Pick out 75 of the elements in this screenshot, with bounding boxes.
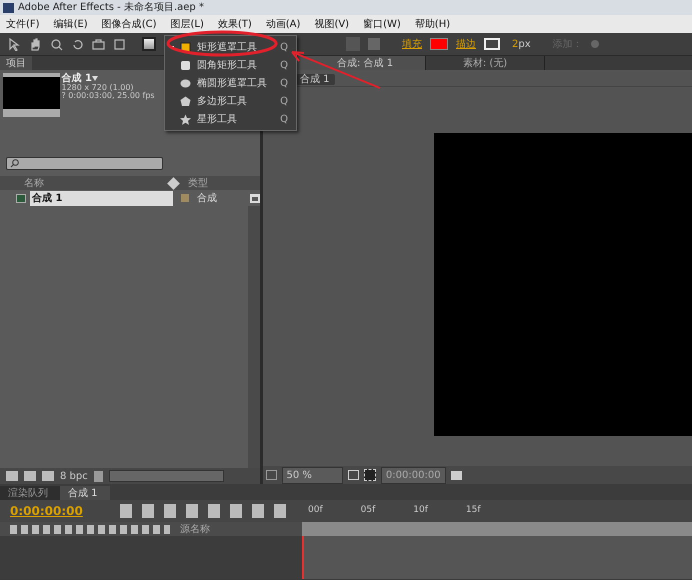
ruler-label: 10f bbox=[413, 504, 428, 518]
scrollbar[interactable] bbox=[248, 206, 260, 468]
fill-label[interactable]: 填充 bbox=[402, 36, 422, 52]
menu-item[interactable]: 文件(F) bbox=[6, 16, 40, 32]
timecode[interactable]: 0:00:00:00 bbox=[10, 502, 110, 520]
shortcut-label: Q bbox=[280, 94, 288, 108]
ruler-label: 15f bbox=[466, 504, 480, 518]
ruler-label: 00f bbox=[308, 504, 323, 518]
comp-duration: ? 0:00:03:00, 25.00 fps bbox=[62, 92, 155, 102]
stroke-label[interactable]: 描边 bbox=[456, 36, 476, 52]
region-icon[interactable] bbox=[266, 470, 276, 480]
menu-item[interactable]: 多边形工具 Q bbox=[165, 92, 296, 110]
list-item[interactable]: 合成 1 bbox=[30, 190, 173, 206]
menu-label: 圆角矩形工具 bbox=[197, 58, 257, 72]
hand-icon[interactable] bbox=[29, 38, 42, 50]
app-icon bbox=[3, 2, 14, 12]
grid-icon[interactable] bbox=[348, 470, 359, 480]
table-cell-text: 合成 bbox=[196, 192, 218, 206]
label-swatch bbox=[180, 194, 189, 202]
menu-item[interactable]: 帮助(H) bbox=[414, 16, 450, 32]
menu-label: 椭圆形遮罩工具 bbox=[197, 76, 267, 90]
ruler-label: 05f bbox=[360, 504, 376, 518]
column-header: 名称 bbox=[24, 176, 45, 190]
square-icon bbox=[180, 60, 191, 70]
column-header: 源名称 bbox=[180, 522, 210, 536]
tab[interactable]: 渲染队列 bbox=[0, 486, 60, 500]
menu-item[interactable]: 动画(A) bbox=[266, 16, 300, 32]
stroke-width[interactable]: 2px bbox=[512, 36, 531, 52]
menu-item[interactable]: 窗口(W) bbox=[363, 16, 401, 32]
project-tab[interactable]: 项目 bbox=[0, 56, 32, 70]
menu-label: 星形工具 bbox=[197, 112, 237, 126]
shortcut-label: Q bbox=[280, 76, 288, 90]
bit-depth[interactable]: 8 bpc bbox=[60, 468, 88, 484]
menu-item[interactable]: 编辑(E) bbox=[54, 16, 88, 32]
shortcut-label: Q bbox=[280, 40, 288, 54]
menu-item[interactable]: 矩形遮罩工具 Q bbox=[165, 38, 296, 56]
mask-toggle-icon[interactable] bbox=[364, 469, 376, 481]
window-title: Adobe After Effects - 未命名项目.aep * bbox=[18, 0, 204, 15]
scrollbar[interactable] bbox=[108, 470, 224, 482]
polygon-icon bbox=[180, 96, 191, 106]
tab[interactable]: 合成: 合成 1 bbox=[295, 56, 425, 70]
search-icon[interactable] bbox=[50, 38, 63, 50]
comp-name: 合成 1 bbox=[62, 72, 92, 84]
ellipse-icon bbox=[180, 78, 191, 88]
zoom-dropdown[interactable]: 50 % bbox=[282, 466, 343, 484]
rotate-icon[interactable] bbox=[71, 38, 84, 50]
bullet-icon bbox=[171, 46, 174, 48]
search-icon bbox=[10, 159, 18, 168]
menu-item[interactable]: 星形工具 Q bbox=[165, 110, 296, 128]
menu-item[interactable]: 图像合成(C) bbox=[102, 16, 156, 32]
shortcut-label: Q bbox=[280, 58, 288, 72]
column-header: 类型 bbox=[188, 176, 208, 190]
shortcut-label: Q bbox=[280, 112, 288, 126]
stroke-color-swatch[interactable] bbox=[484, 38, 500, 50]
search-field[interactable] bbox=[6, 157, 163, 170]
comp-size: 1280 x 720 (1.00) bbox=[62, 84, 135, 92]
square-icon bbox=[180, 42, 191, 52]
tag-icon[interactable] bbox=[167, 176, 180, 190]
menu-item[interactable]: 椭圆形遮罩工具 Q bbox=[165, 74, 296, 92]
add-icon bbox=[590, 40, 599, 48]
arrow-icon[interactable] bbox=[8, 38, 21, 50]
caret-icon[interactable] bbox=[92, 76, 98, 80]
comp-thumbnail bbox=[2, 72, 60, 116]
menu-item[interactable]: 图层(L) bbox=[170, 16, 204, 32]
menu-item[interactable]: 效果(T) bbox=[218, 16, 252, 32]
rectangle-tool-icon[interactable] bbox=[142, 37, 156, 51]
menu-item[interactable]: 圆角矩形工具 Q bbox=[165, 56, 296, 74]
breadcrumb[interactable]: 合成 1 bbox=[295, 74, 335, 85]
tab[interactable]: 素材: (无) bbox=[425, 56, 545, 70]
flowchart-icon[interactable] bbox=[250, 194, 260, 202]
menu-label: 矩形遮罩工具 bbox=[197, 40, 257, 54]
menu-label: 多边形工具 bbox=[197, 94, 247, 108]
menu-item[interactable]: 视图(V) bbox=[314, 16, 350, 32]
tab[interactable]: 合成 1 bbox=[60, 486, 110, 500]
fill-color-swatch[interactable] bbox=[430, 38, 448, 50]
